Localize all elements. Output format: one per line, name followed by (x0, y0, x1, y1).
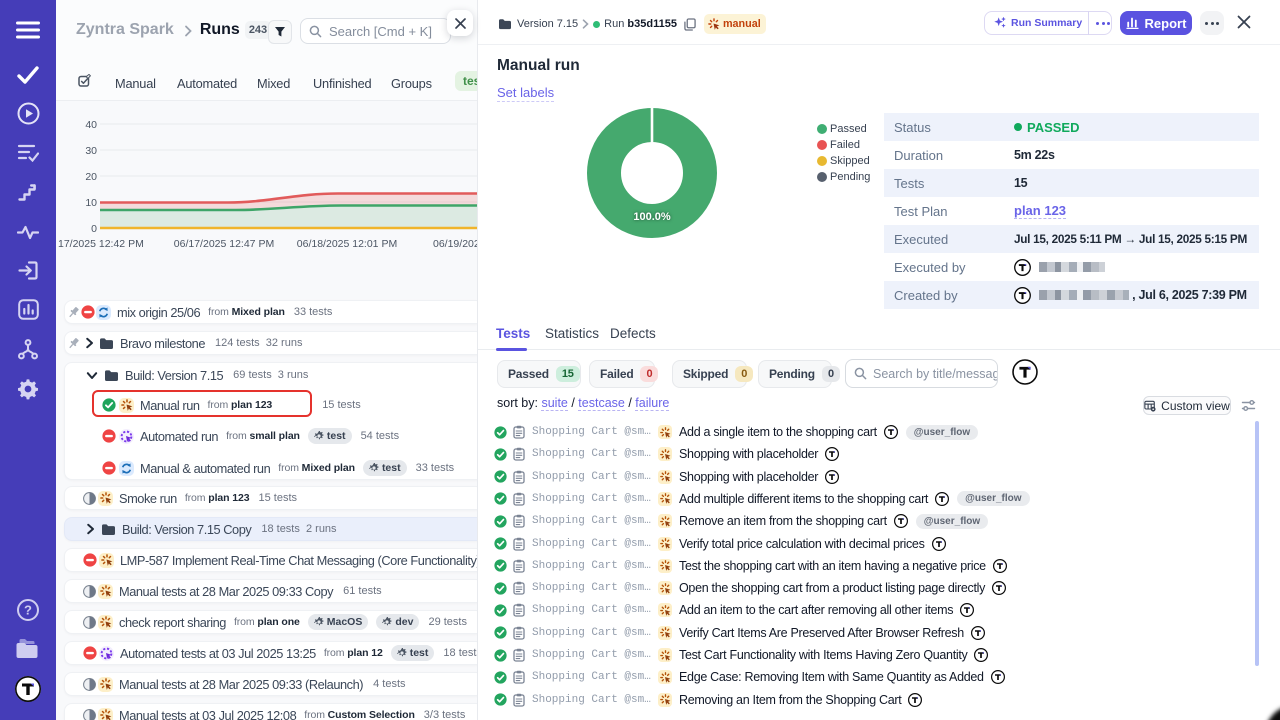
svg-text:40: 40 (85, 119, 97, 131)
svg-text:?: ? (24, 603, 32, 618)
svg-text:30: 30 (85, 145, 97, 157)
svg-text:10: 10 (85, 197, 97, 209)
svg-text:100.0%: 100.0% (633, 211, 671, 223)
svg-text:20: 20 (85, 171, 97, 183)
svg-text:0: 0 (91, 223, 97, 235)
